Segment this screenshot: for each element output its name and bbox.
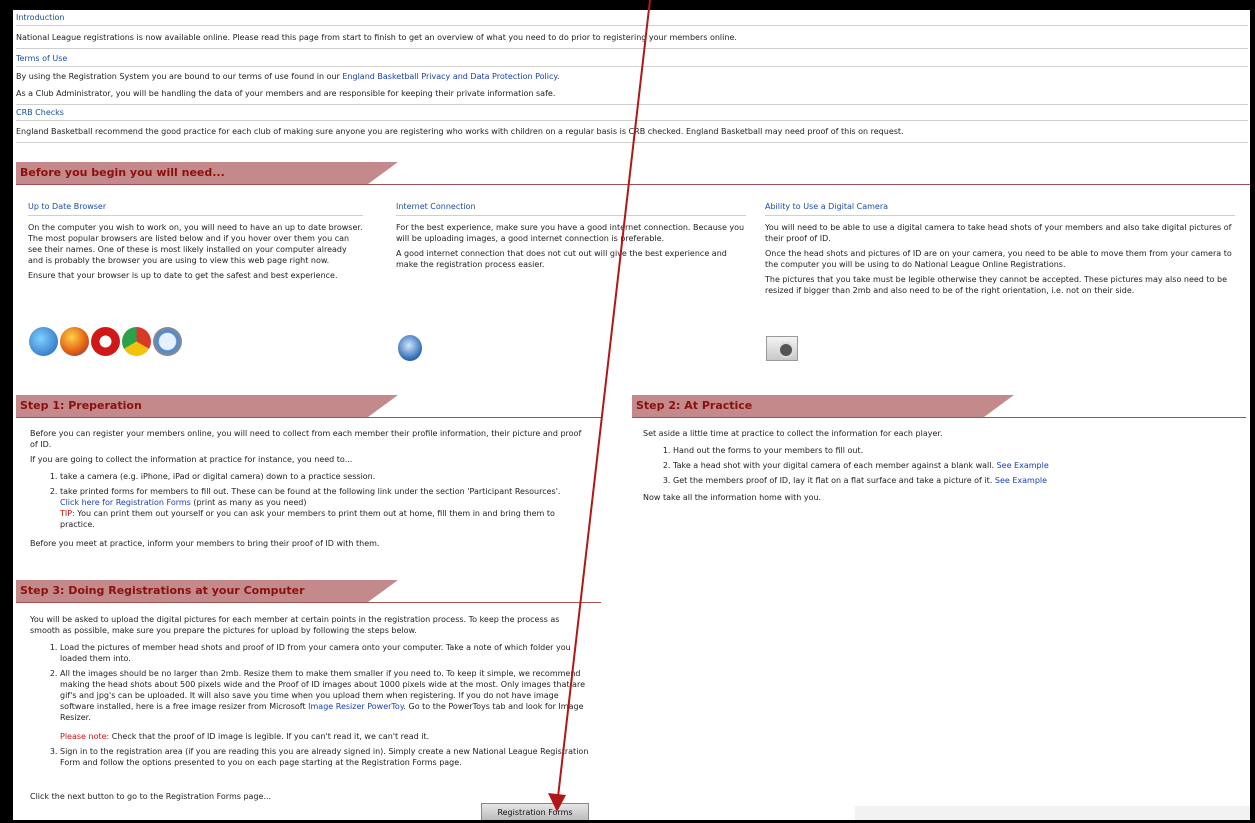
annotation-arrow	[548, 0, 651, 812]
arrow-head	[548, 793, 566, 812]
arrow-line	[557, 0, 651, 798]
